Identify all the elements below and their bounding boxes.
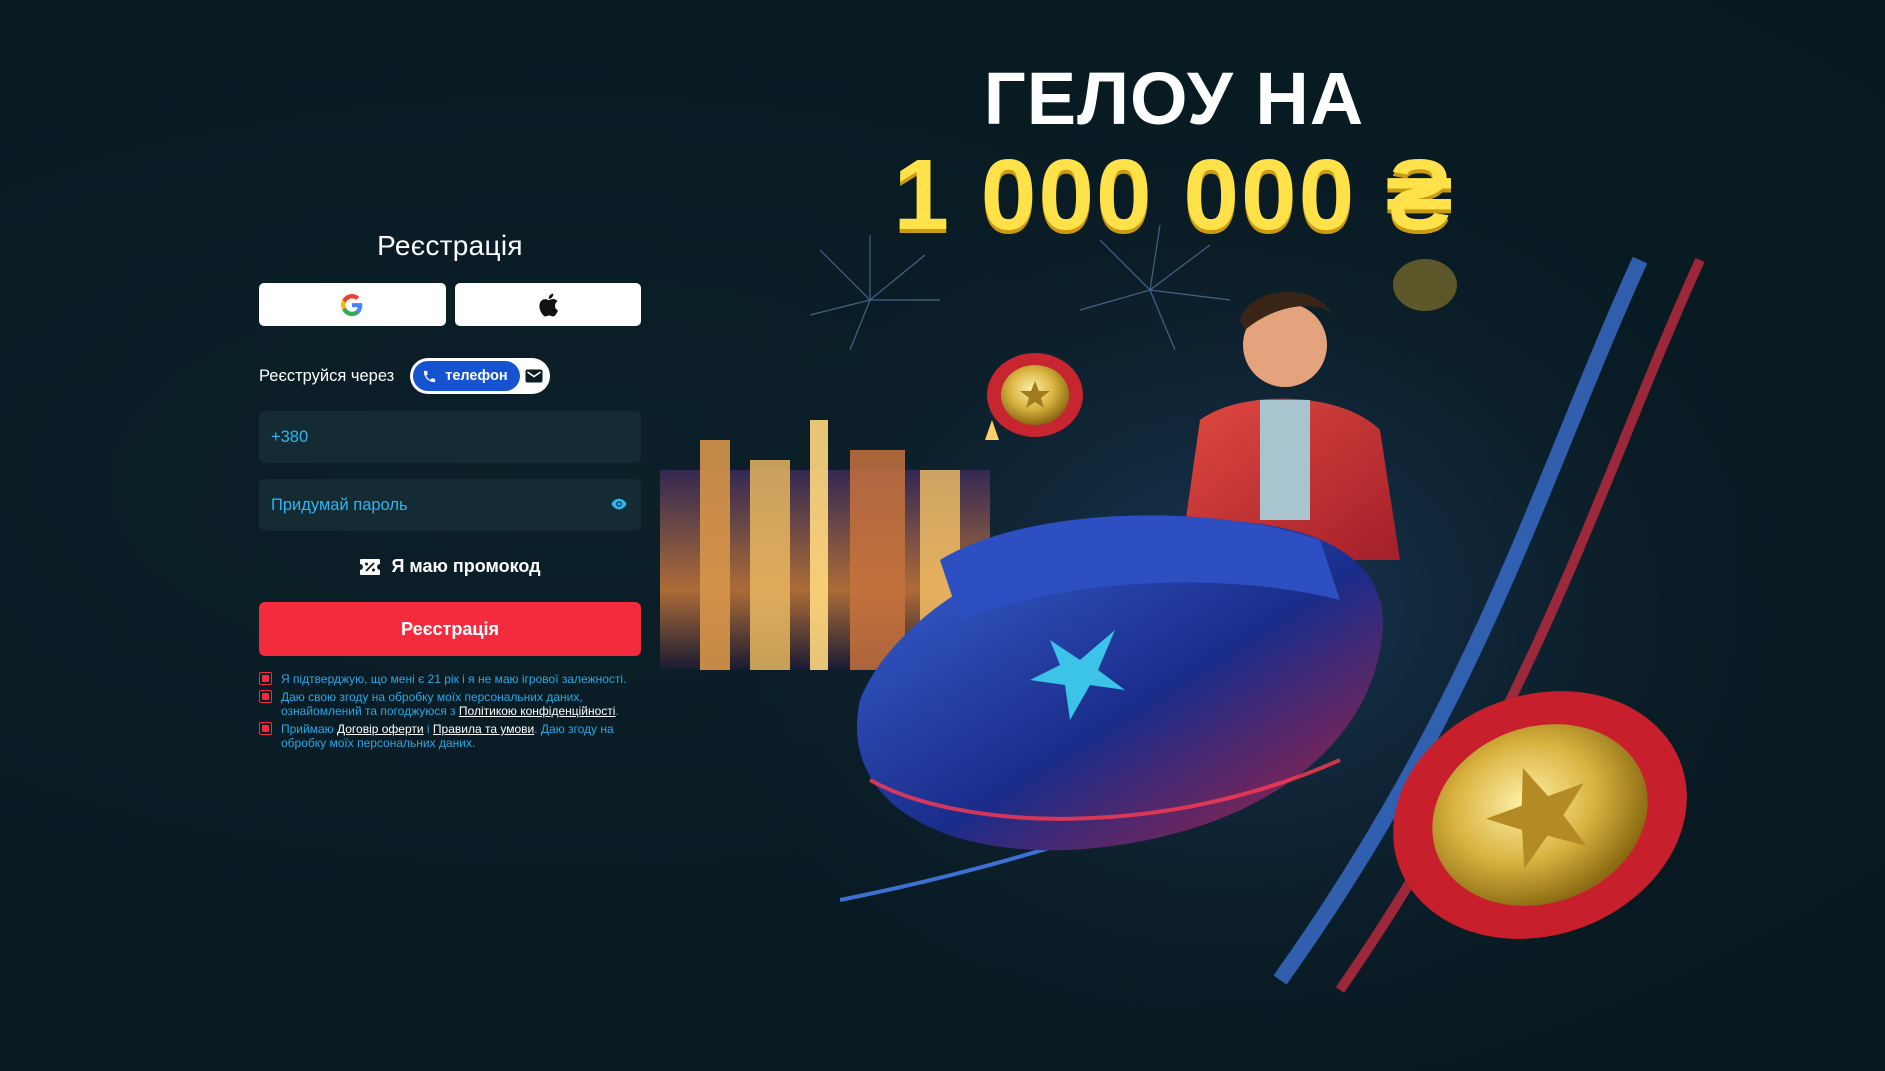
consent-terms-text: Приймаю Договір оферти і Правила та умов… (281, 722, 614, 750)
consent-privacy-text: Даю свою згоду на обробку моїх персональ… (281, 690, 619, 718)
phone-method-label: телефон (445, 368, 508, 384)
apple-icon (539, 293, 558, 316)
register-method-switch: телефон (410, 358, 551, 394)
banner-amount: 1 000 000 ₴ (893, 139, 1455, 251)
envelope-icon (525, 369, 543, 383)
phone-method-toggle[interactable]: телефон (413, 361, 520, 391)
privacy-policy-link[interactable]: Політикою конфіденційності (459, 704, 616, 718)
consent-privacy-checkbox[interactable] (259, 690, 272, 703)
phone-input[interactable] (271, 427, 629, 447)
email-method-toggle[interactable] (522, 361, 548, 391)
apple-signup-button[interactable] (454, 283, 641, 326)
consent-age-checkbox[interactable] (259, 672, 272, 685)
consent-age-text: Я підтверджую, що мені є 21 рік і я не м… (281, 672, 627, 686)
promo-code-toggle[interactable]: Я маю промокод (259, 556, 641, 577)
form-title: Реєстрація (377, 230, 523, 261)
eye-icon[interactable] (611, 498, 627, 510)
consent-terms: Приймаю Договір оферти і Правила та умов… (259, 722, 641, 750)
promo-code-label: Я маю промокод (391, 556, 541, 576)
consent-age: Я підтверджую, що мені є 21 рік і я не м… (259, 672, 641, 686)
register-submit-button[interactable]: Реєстрація (259, 602, 641, 656)
google-signup-button[interactable] (259, 283, 446, 326)
percent-ticket-icon (360, 558, 381, 575)
password-input[interactable] (271, 495, 629, 515)
registration-page: Реєстрація Реєструйся через телефон +380… (0, 0, 1885, 1071)
promo-banner: ГЕЛОУ НА 1 000 000 ₴ (640, 0, 1885, 1071)
consents-list: Я підтверджую, що мені є 21 рік і я не м… (259, 672, 641, 750)
terms-and-conditions-link[interactable]: Правила та умови (433, 722, 534, 736)
phone-icon (424, 370, 436, 382)
offer-agreement-link[interactable]: Договір оферти (337, 722, 424, 736)
phone-field (259, 411, 641, 463)
consent-terms-checkbox[interactable] (259, 722, 272, 735)
consent-privacy: Даю свою згоду на обробку моїх персональ… (259, 690, 641, 718)
register-method-row: Реєструйся через телефон (259, 358, 641, 394)
password-field (259, 479, 641, 531)
registration-form: Реєстрація Реєструйся через телефон +380… (259, 230, 641, 754)
register-via-label: Реєструйся через (259, 366, 395, 385)
google-icon (341, 293, 363, 316)
banner-title: ГЕЛОУ НА (983, 57, 1365, 140)
social-login-row (259, 283, 641, 326)
